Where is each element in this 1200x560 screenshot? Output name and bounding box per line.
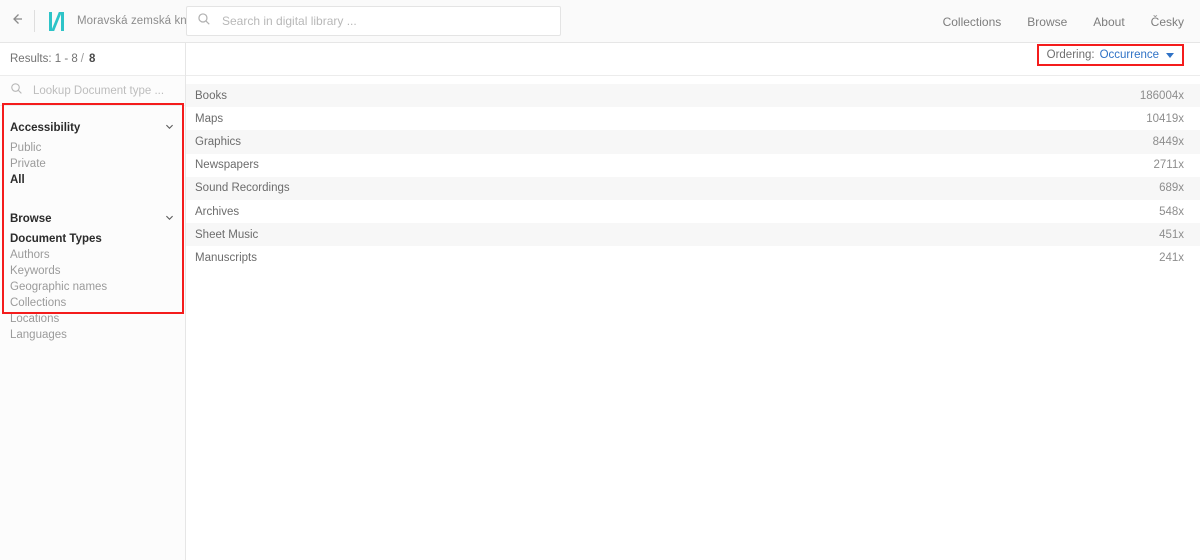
facet-browse: Browse Document Types Authors Keywords G… — [0, 206, 185, 344]
row-count: 186004x — [1139, 89, 1184, 102]
nav-item-browse[interactable]: Browse — [1027, 15, 1067, 29]
row-label: Maps — [195, 112, 224, 125]
row-label: Sheet Music — [195, 228, 259, 241]
row-count: 10419x — [1146, 112, 1184, 125]
ordering-value[interactable]: Occurrence — [1100, 49, 1159, 61]
row-label: Sound Recordings — [195, 182, 290, 195]
facet-accessibility-header[interactable]: Accessibility — [10, 115, 175, 141]
ordering-label: Ordering: — [1046, 49, 1095, 61]
facet-accessibility: Accessibility Public Private All — [0, 115, 185, 189]
table-row[interactable]: Graphics 8449x — [186, 130, 1200, 154]
ordering-bar: Ordering: Occurrence — [186, 43, 1200, 76]
row-count: 689x — [1159, 182, 1184, 195]
search-icon — [10, 82, 23, 100]
main-content: Ordering: Occurrence Books 186004x Maps … — [186, 43, 1200, 560]
chevron-down-icon[interactable] — [164, 210, 175, 228]
caret-down-icon[interactable] — [1166, 52, 1174, 58]
table-row[interactable]: Archives 548x — [186, 200, 1200, 223]
search-input[interactable] — [220, 8, 540, 34]
table-row[interactable]: Sound Recordings 689x — [186, 176, 1200, 200]
sidebar: Results: 1 - 8 / 8 Accessibility Public … — [0, 43, 186, 560]
arrow-left-icon — [9, 11, 25, 32]
lookup-row[interactable] — [0, 76, 185, 106]
row-label: Graphics — [195, 135, 242, 148]
nav-item-collections[interactable]: Collections — [943, 15, 1002, 29]
back-button[interactable] — [0, 0, 34, 43]
facet-item-private[interactable]: Private — [10, 157, 175, 173]
row-count: 241x — [1159, 251, 1184, 264]
lookup-document-type-input[interactable] — [31, 83, 171, 98]
document-type-list: Books 186004x Maps 10419x Graphics 8449x… — [186, 76, 1200, 270]
results-range: 1 - 8 — [54, 53, 78, 65]
row-count: 8449x — [1152, 135, 1184, 148]
table-row[interactable]: Newspapers 2711x — [186, 154, 1200, 177]
row-label: Manuscripts — [195, 251, 257, 264]
row-count: 548x — [1159, 205, 1184, 218]
facet-accessibility-title: Accessibility — [10, 122, 81, 134]
top-bar: Moravská zemská knihovna Collections Bro… — [0, 0, 1200, 43]
results-prefix: Results: — [10, 53, 52, 65]
table-row[interactable]: Maps 10419x — [186, 107, 1200, 130]
nav-item-about[interactable]: About — [1093, 15, 1124, 29]
facet-item-geographic-names[interactable]: Geographic names — [10, 280, 175, 296]
facet-item-document-types[interactable]: Document Types — [10, 232, 175, 248]
search-icon — [197, 12, 211, 31]
facet-browse-header[interactable]: Browse — [10, 206, 175, 232]
table-row[interactable]: Sheet Music 451x — [186, 223, 1200, 247]
chevron-down-icon[interactable] — [164, 119, 175, 137]
ordering-dropdown[interactable]: Ordering: Occurrence — [1036, 44, 1184, 66]
row-count: 451x — [1159, 228, 1184, 241]
facet-browse-title: Browse — [10, 213, 52, 225]
search-box[interactable] — [186, 6, 561, 36]
table-row[interactable]: Manuscripts 241x — [186, 246, 1200, 269]
facet-item-all[interactable]: All — [10, 173, 175, 189]
nav-item-language[interactable]: Česky — [1151, 15, 1184, 29]
facet-item-locations[interactable]: Locations — [10, 312, 175, 328]
table-row[interactable]: Books 186004x — [186, 84, 1200, 108]
facet-item-languages[interactable]: Languages — [10, 328, 175, 344]
results-separator: / — [80, 53, 84, 65]
facet-item-public[interactable]: Public — [10, 141, 175, 157]
results-total: 8 — [88, 53, 96, 65]
row-label: Books — [195, 89, 227, 102]
mzk-logo-icon — [49, 11, 67, 31]
header-divider — [34, 10, 35, 32]
results-summary: Results: 1 - 8 / 8 — [0, 43, 185, 76]
row-label: Archives — [195, 205, 240, 218]
facet-item-collections[interactable]: Collections — [10, 296, 175, 312]
top-nav: Collections Browse About Česky — [943, 0, 1184, 43]
facet-item-keywords[interactable]: Keywords — [10, 264, 175, 280]
row-count: 2711x — [1153, 159, 1184, 172]
facet-item-authors[interactable]: Authors — [10, 248, 175, 264]
row-label: Newspapers — [195, 159, 259, 172]
